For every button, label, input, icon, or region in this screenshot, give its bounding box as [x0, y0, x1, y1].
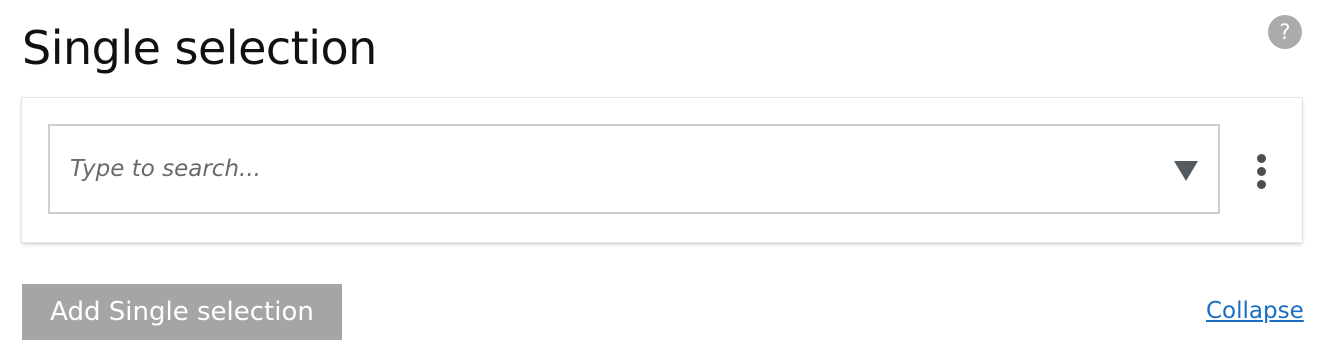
- triangle-down-icon[interactable]: [1174, 161, 1198, 181]
- help-icon[interactable]: ?: [1268, 15, 1302, 49]
- menu-dot: [1257, 180, 1266, 189]
- single-selection-widget: Single selection ? Add Single selection …: [0, 0, 1326, 358]
- add-single-selection-button[interactable]: Add Single selection: [22, 284, 342, 340]
- kebab-menu-icon[interactable]: [1248, 152, 1276, 192]
- selection-card: [22, 98, 1302, 242]
- page-title: Single selection: [22, 21, 377, 75]
- search-input[interactable]: [70, 126, 1150, 212]
- search-select[interactable]: [48, 124, 1220, 214]
- menu-dot: [1257, 154, 1266, 163]
- collapse-link[interactable]: Collapse: [1206, 296, 1304, 326]
- menu-dot: [1257, 167, 1266, 176]
